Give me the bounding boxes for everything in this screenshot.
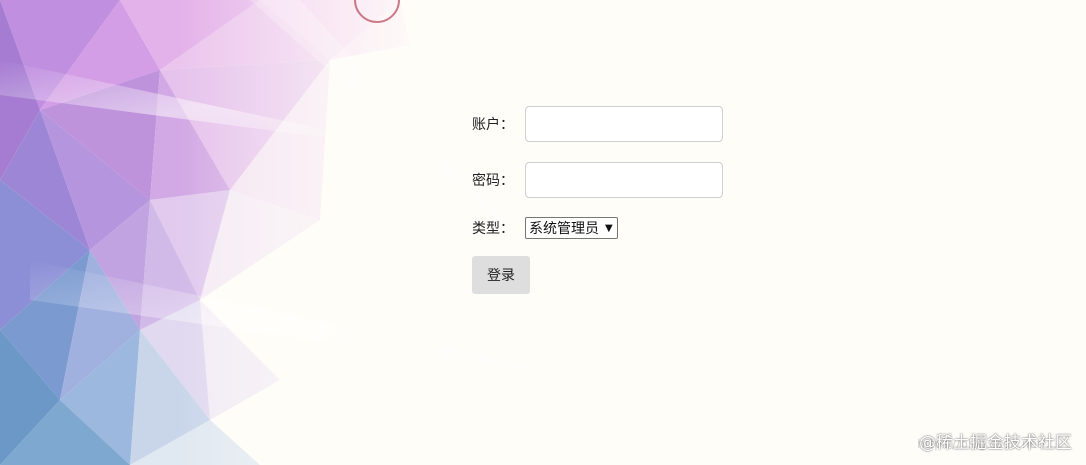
login-form: 账户： 密码： 类型： 系统管理员 ▼ 登录 — [472, 104, 732, 294]
account-input[interactable] — [525, 106, 723, 142]
account-label: 账户： — [472, 117, 514, 133]
login-button[interactable]: 登录 — [472, 256, 530, 294]
type-row: 类型： 系统管理员 ▼ — [472, 216, 732, 240]
password-input[interactable] — [525, 162, 723, 198]
watermark-brand: @稀土掘金技术社区 — [919, 433, 1072, 453]
watermark: https://blog.csdn.net/... @稀土掘金技术社区 — [917, 428, 1072, 453]
password-label: 密码： — [472, 173, 514, 189]
user-type-select[interactable]: 系统管理员 ▼ — [525, 217, 618, 239]
account-row: 账户： — [472, 104, 732, 144]
type-label: 类型： — [472, 221, 514, 237]
user-type-selected: 系统管理员 — [529, 221, 599, 237]
dropdown-arrow-icon: ▼ — [605, 222, 613, 234]
password-row: 密码： — [472, 160, 732, 200]
